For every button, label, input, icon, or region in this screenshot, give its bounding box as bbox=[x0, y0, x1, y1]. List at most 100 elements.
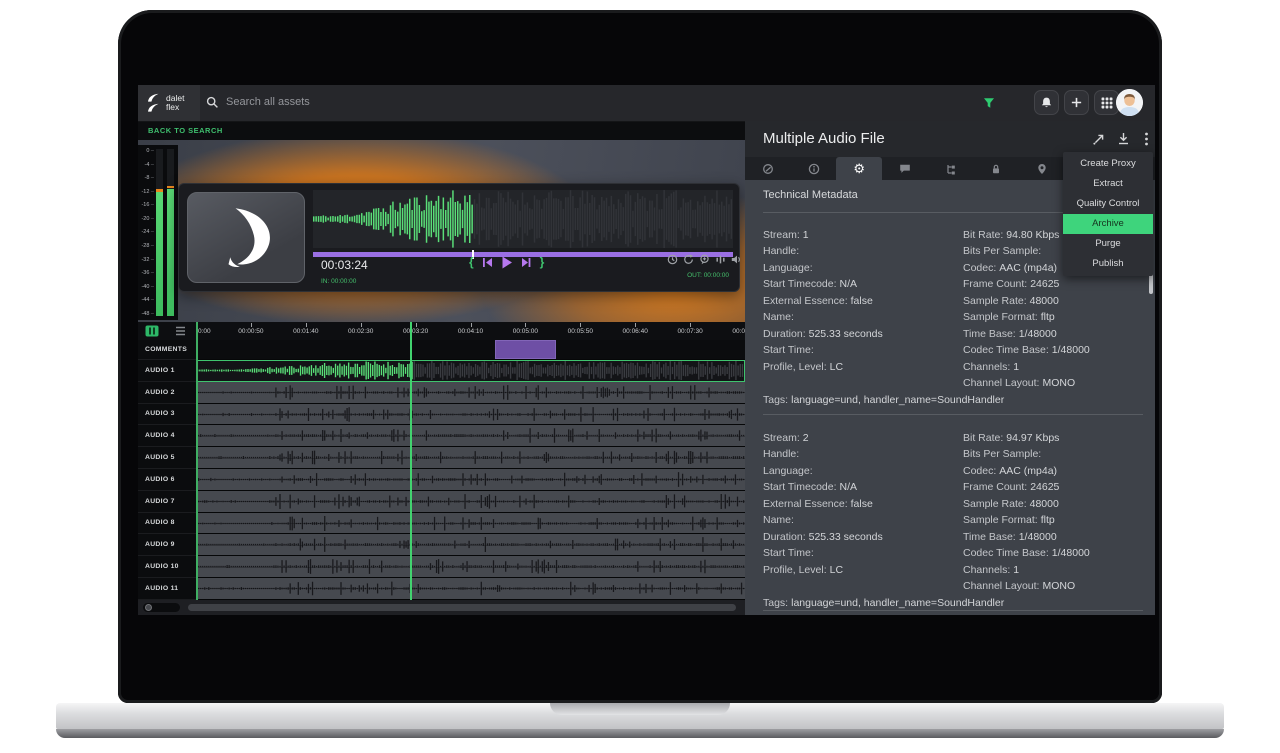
add-new-button[interactable] bbox=[1064, 90, 1089, 115]
player-option-icons bbox=[667, 254, 742, 265]
audio-lane[interactable] bbox=[196, 469, 745, 491]
meter-scale-label: -12 bbox=[139, 189, 154, 195]
field-value: language=und, handler_name=SoundHandler bbox=[791, 597, 1004, 609]
tags-field: Tags:language=und, handler_name=SoundHan… bbox=[763, 597, 1004, 609]
logo-text-line2: flex bbox=[166, 103, 184, 112]
menu-item-create-proxy[interactable]: Create Proxy bbox=[1063, 154, 1153, 174]
zoom-slider-knob[interactable] bbox=[145, 604, 152, 611]
play-button[interactable] bbox=[501, 256, 513, 269]
track-label[interactable]: AUDIO 11 bbox=[138, 578, 196, 600]
audio-lane[interactable] bbox=[196, 382, 745, 404]
waveform-display[interactable] bbox=[313, 190, 733, 248]
audio-lane[interactable] bbox=[196, 404, 745, 426]
track-label[interactable]: AUDIO 4 bbox=[138, 425, 196, 447]
field-label: Channels: bbox=[963, 361, 1010, 373]
menu-item-extract[interactable]: Extract bbox=[1063, 174, 1153, 194]
track-label[interactable]: AUDIO 1 bbox=[138, 360, 196, 382]
field-label: Channel Layout: bbox=[963, 580, 1039, 592]
track-label[interactable]: AUDIO 10 bbox=[138, 556, 196, 578]
field-value: 48000 bbox=[1030, 295, 1059, 307]
track-waveform bbox=[196, 516, 745, 531]
bell-icon bbox=[1039, 96, 1054, 110]
back-to-search-link[interactable]: BACK TO SEARCH bbox=[148, 126, 223, 135]
metadata-field: Duration:525.33 seconds bbox=[763, 328, 883, 344]
metadata-field: Time Base:1/48000 bbox=[963, 328, 1090, 344]
track-label[interactable]: AUDIO 5 bbox=[138, 447, 196, 469]
field-label: Name: bbox=[763, 514, 794, 526]
audio-lane-selected[interactable] bbox=[196, 360, 745, 382]
add-marker-icon[interactable] bbox=[699, 254, 710, 265]
track-label[interactable]: AUDIO 7 bbox=[138, 491, 196, 513]
audio-view-toggle-icon[interactable] bbox=[145, 325, 159, 337]
field-value: 525.33 seconds bbox=[809, 328, 883, 340]
field-label: Handle: bbox=[763, 245, 799, 257]
metadata-field: Start Timecode:N/A bbox=[763, 278, 883, 294]
track-label[interactable]: AUDIO 8 bbox=[138, 513, 196, 535]
tab-comments[interactable] bbox=[882, 157, 928, 180]
menu-item-publish[interactable]: Publish bbox=[1063, 254, 1153, 274]
filter-icon[interactable] bbox=[983, 97, 995, 109]
comments-lane[interactable] bbox=[196, 340, 745, 360]
field-value: 1/48000 bbox=[1052, 344, 1090, 356]
timeline-playhead[interactable] bbox=[410, 322, 412, 600]
track-label[interactable]: AUDIO 6 bbox=[138, 469, 196, 491]
audio-lane[interactable] bbox=[196, 425, 745, 447]
track-waveform bbox=[196, 472, 745, 487]
audio-meter-icon[interactable] bbox=[715, 254, 726, 265]
metadata-field: Channel Layout:MONO bbox=[963, 580, 1090, 596]
user-avatar[interactable] bbox=[1116, 89, 1143, 116]
meter-scale-label: -8 bbox=[139, 175, 154, 181]
track-waveform bbox=[196, 450, 745, 465]
audio-lane[interactable] bbox=[196, 447, 745, 469]
timeline-horizontal-scrollbar[interactable] bbox=[188, 604, 736, 611]
notifications-button[interactable] bbox=[1034, 90, 1059, 115]
tab-workflow[interactable] bbox=[928, 157, 974, 180]
loop-icon[interactable] bbox=[683, 254, 694, 265]
step-forward-button[interactable] bbox=[521, 257, 532, 268]
track-label[interactable]: AUDIO 9 bbox=[138, 534, 196, 556]
volume-icon[interactable] bbox=[731, 254, 742, 265]
playback-speed-icon[interactable] bbox=[667, 254, 678, 265]
track-label[interactable]: AUDIO 2 bbox=[138, 382, 196, 404]
menu-item-quality-control[interactable]: Quality Control bbox=[1063, 194, 1153, 214]
gear-icon: ⚙ bbox=[853, 162, 865, 175]
comment-marker-block[interactable] bbox=[495, 340, 556, 359]
tab-overview[interactable] bbox=[745, 157, 791, 180]
list-view-toggle-icon[interactable] bbox=[175, 326, 186, 336]
field-label: Time Base: bbox=[963, 531, 1016, 543]
dalet-flex-logo[interactable]: dalet flex bbox=[138, 85, 200, 121]
kebab-menu-icon[interactable] bbox=[1144, 132, 1149, 146]
in-point-timecode: IN: 00:00:00 bbox=[321, 278, 356, 285]
tab-security[interactable] bbox=[973, 157, 1019, 180]
tab-settings[interactable]: ⚙ bbox=[836, 157, 882, 180]
wand-icon[interactable] bbox=[1092, 132, 1105, 145]
ruler-tick bbox=[580, 323, 581, 327]
track-lane-area[interactable] bbox=[196, 340, 745, 600]
search-input[interactable]: Search all assets bbox=[226, 96, 310, 108]
track-label[interactable]: COMMENTS bbox=[138, 340, 196, 360]
metadata-field: Start Time: bbox=[763, 547, 883, 563]
field-label: Duration: bbox=[763, 328, 806, 340]
field-value: N/A bbox=[840, 278, 858, 290]
download-icon[interactable] bbox=[1117, 132, 1130, 145]
tab-info[interactable] bbox=[791, 157, 837, 180]
audio-lane[interactable] bbox=[196, 556, 745, 578]
timeline-zoom-slider[interactable] bbox=[143, 603, 180, 612]
timeline-ruler[interactable]: 0:0000:00:5000:01:4000:02:3000:03:2000:0… bbox=[196, 322, 745, 340]
audio-lane[interactable] bbox=[196, 534, 745, 556]
audio-lane[interactable] bbox=[196, 491, 745, 513]
location-pin-icon bbox=[1036, 163, 1048, 175]
meter-scale-label: -24 bbox=[139, 229, 154, 235]
track-label[interactable]: AUDIO 3 bbox=[138, 404, 196, 426]
menu-item-archive[interactable]: Archive bbox=[1063, 214, 1153, 234]
audio-lane[interactable] bbox=[196, 578, 745, 600]
tab-locations[interactable] bbox=[1019, 157, 1065, 180]
audio-lane[interactable] bbox=[196, 513, 745, 535]
asset-thumbnail[interactable] bbox=[187, 192, 305, 283]
info-icon bbox=[808, 163, 820, 175]
field-value: MONO bbox=[1042, 580, 1075, 592]
set-in-point-button[interactable]: { bbox=[469, 256, 474, 268]
menu-item-purge[interactable]: Purge bbox=[1063, 234, 1153, 254]
step-back-button[interactable] bbox=[482, 257, 493, 268]
set-out-point-button[interactable]: } bbox=[540, 256, 545, 268]
